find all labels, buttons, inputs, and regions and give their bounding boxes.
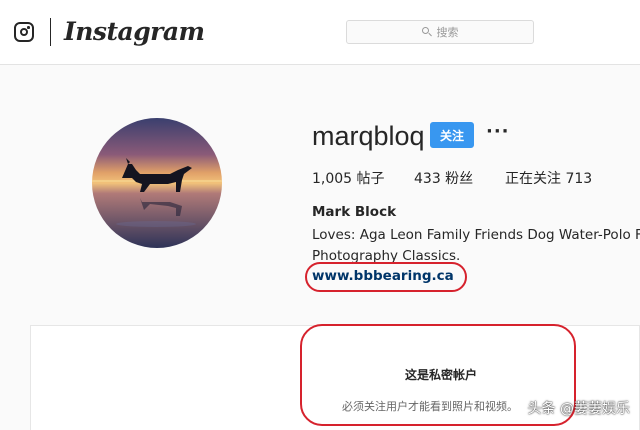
profile-username: marqbloq bbox=[312, 121, 425, 151]
avatar-photo-dog-at-sunset bbox=[92, 118, 222, 248]
profile-full-name: Mark Block bbox=[312, 204, 397, 220]
profile-website-link[interactable]: www.bbbearing.ca bbox=[312, 268, 454, 284]
private-account-title: 这是私密帐户 bbox=[405, 368, 478, 382]
bio-line: Photography Classics. bbox=[312, 248, 461, 264]
profile-bio: Loves: Aga Leon Family Friends Dog Water… bbox=[312, 225, 640, 267]
nav-divider bbox=[50, 18, 51, 46]
followers-count-link[interactable]: 433 粉丝 bbox=[414, 168, 473, 188]
watermark-text: 头条 @萋萋娱乐 bbox=[527, 401, 630, 417]
bio-line: Loves: Aga Leon Family Friends Dog Water… bbox=[312, 227, 640, 243]
instagram-wordmark[interactable]: Instagram bbox=[64, 14, 205, 50]
search-input[interactable]: 搜索 bbox=[346, 20, 534, 44]
profile-avatar[interactable] bbox=[92, 118, 222, 248]
follow-button[interactable]: 关注 bbox=[430, 122, 474, 148]
following-count-link[interactable]: 正在关注 713 bbox=[505, 168, 592, 188]
instagram-camera-icon[interactable] bbox=[14, 22, 34, 42]
camera-dot-shape bbox=[27, 26, 30, 29]
posts-count: 1,005 帖子 bbox=[312, 171, 385, 187]
camera-lens-shape bbox=[19, 27, 28, 36]
instagram-profile-page: Instagram 搜索 marqbloq 关注 ··· 1,005 帖子 43… bbox=[0, 0, 640, 430]
search-placeholder: 搜索 bbox=[436, 26, 459, 39]
more-options-icon[interactable]: ··· bbox=[486, 122, 509, 146]
search-icon bbox=[421, 27, 432, 37]
private-account-subtitle: 必须关注用户才能看到照片和视频。 bbox=[342, 400, 518, 413]
top-nav: Instagram 搜索 bbox=[0, 0, 640, 65]
profile-stats: 1,005 帖子 433 粉丝 正在关注 713 bbox=[312, 168, 632, 188]
